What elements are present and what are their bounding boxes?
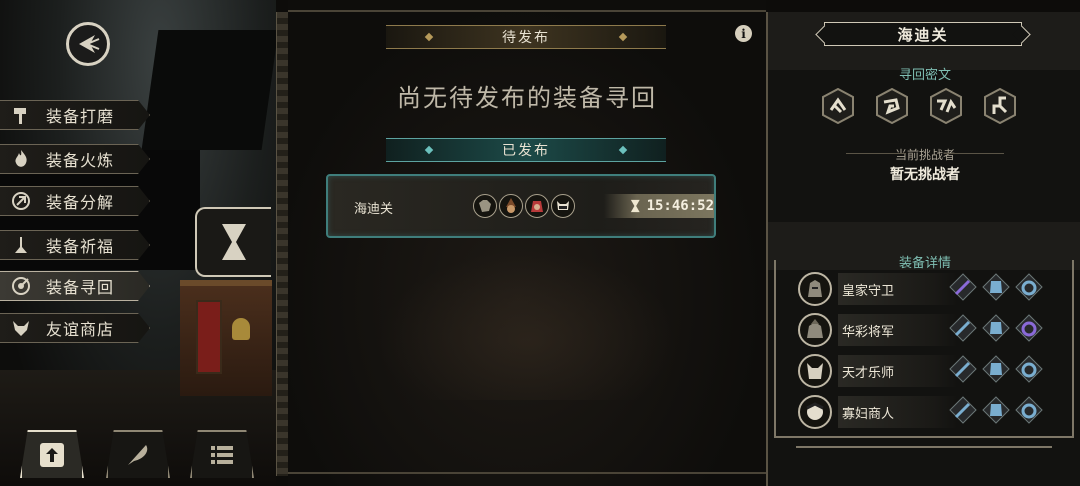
flame-icon: [10, 148, 32, 170]
diamond-ornament: [618, 145, 628, 155]
scene-banner: [196, 300, 222, 374]
menu-item-label: 装备分解: [46, 193, 115, 212]
equipment-owner-name: 华彩将军: [838, 314, 958, 346]
empty-pending-message: 尚无待发布的装备寻回: [397, 84, 657, 112]
pending-header-label: 待发布: [502, 30, 550, 46]
disassemble-icon: [10, 190, 32, 212]
menu-item-forge[interactable]: 装备火炼: [0, 144, 150, 174]
cipher-glyph-1-icon[interactable]: [820, 88, 856, 124]
npc-pull-tab[interactable]: [195, 207, 271, 277]
knight-portrait-icon: [798, 272, 832, 306]
red-hood-portrait-icon: [525, 194, 549, 218]
feather-icon: [128, 445, 148, 465]
ring-icon[interactable]: [1015, 273, 1043, 301]
menu-item-label: 装备打磨: [46, 107, 115, 126]
ring-icon[interactable]: [1015, 396, 1043, 424]
list-button[interactable]: [190, 430, 254, 478]
ring-icon[interactable]: [1015, 314, 1043, 342]
equipment-row[interactable]: 天才乐师: [798, 354, 1048, 388]
scene-house: [141, 30, 276, 150]
menu-item-disassemble[interactable]: 装备分解: [0, 186, 150, 216]
pray-icon: [10, 234, 32, 256]
equipment-owner-name: 天才乐师: [838, 355, 958, 387]
armor-icon[interactable]: [982, 396, 1010, 424]
menu-item-pray[interactable]: 装备祈福: [0, 230, 150, 260]
diamond-ornament: [424, 145, 434, 155]
sword-icon[interactable]: [949, 314, 977, 342]
back-arrow-icon: [79, 35, 100, 53]
challenger-value: 暂无挑战者: [890, 167, 960, 183]
frame-line: [288, 10, 766, 12]
diamond-ornament: [618, 32, 628, 42]
published-header-label: 已发布: [502, 143, 550, 159]
upload-icon: [40, 443, 64, 467]
info-icon[interactable]: i: [735, 25, 752, 42]
witch-portrait-icon: [499, 194, 523, 218]
detail-panel: 海迪关 寻回密文 当前挑战者 暂无挑战者 装备详情 皇家守卫 华彩将军 天才乐师…: [766, 12, 1080, 486]
armor-icon[interactable]: [982, 273, 1010, 301]
equipment-owner-name: 皇家守卫: [838, 273, 958, 305]
stage-title: 海迪关: [824, 22, 1022, 46]
cipher-glyph-2-icon[interactable]: [874, 88, 910, 124]
task-name: 海迪关: [354, 202, 394, 217]
dog-portrait-icon: [473, 194, 497, 218]
cipher-header: 寻回密文: [898, 68, 951, 83]
published-task-card[interactable]: 海迪关 15:46:52: [326, 174, 716, 238]
cipher-glyph-4-icon[interactable]: [982, 88, 1018, 124]
frame-line: [288, 472, 766, 474]
challenger-header: 当前挑战者: [768, 146, 1080, 163]
task-timer: 15:46:52: [604, 194, 714, 218]
menu-item-shop[interactable]: 友谊商店: [0, 313, 150, 343]
cipher-glyph-3-icon[interactable]: [928, 88, 964, 124]
equipment-row[interactable]: 皇家守卫: [798, 272, 1048, 306]
menu-item-retrieve[interactable]: 装备寻回: [0, 271, 150, 301]
armor-icon[interactable]: [982, 314, 1010, 342]
background-crowd: [378, 250, 678, 400]
scene-bell: [232, 318, 250, 340]
menu-item-label: 装备祈福: [46, 237, 115, 256]
scene-stall: [180, 280, 272, 396]
menu-item-label: 装备寻回: [46, 278, 115, 297]
cipher-glyphs: [820, 88, 1018, 124]
merchant-portrait-icon: [798, 395, 832, 429]
armor-icon[interactable]: [982, 355, 1010, 383]
sword-icon[interactable]: [949, 355, 977, 383]
center-panel: 待发布 i 尚无待发布的装备寻回 已发布 海迪关 15:46:52: [288, 0, 766, 486]
hammer-icon: [10, 104, 32, 126]
equipment-row[interactable]: 寡妇商人: [798, 395, 1048, 429]
menu-item-polish[interactable]: 装备打磨: [0, 100, 150, 130]
back-button[interactable]: [66, 22, 110, 66]
cat-portrait-icon: [551, 194, 575, 218]
menu-item-label: 装备火炼: [46, 151, 115, 170]
target-icon: [10, 275, 32, 297]
general-portrait-icon: [798, 313, 832, 347]
hourglass-icon: [222, 224, 246, 260]
sword-icon[interactable]: [949, 273, 977, 301]
sword-icon[interactable]: [949, 396, 977, 424]
equipment-header: 装备详情: [898, 256, 951, 271]
ring-icon[interactable]: [1015, 355, 1043, 383]
list-icon: [211, 446, 233, 464]
upload-button[interactable]: [20, 430, 84, 478]
pending-section-header: 待发布: [386, 25, 666, 49]
timer-value: 15:46:52: [646, 198, 714, 214]
fox-shop-icon: [10, 317, 32, 339]
hourglass-icon: [630, 199, 640, 213]
musician-portrait-icon: [798, 354, 832, 388]
menu-item-label: 友谊商店: [46, 320, 115, 339]
equipment-owner-name: 寡妇商人: [838, 396, 958, 428]
published-section-header: 已发布: [386, 138, 666, 162]
diamond-ornament: [424, 32, 434, 42]
feather-button[interactable]: [106, 430, 170, 478]
equipment-row[interactable]: 华彩将军: [798, 313, 1048, 347]
task-portraits: [473, 194, 575, 218]
